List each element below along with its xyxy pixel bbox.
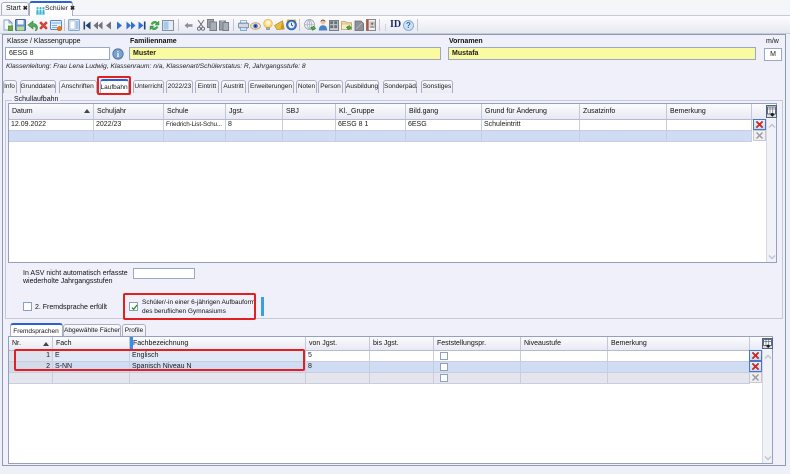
svg-text:?: ? xyxy=(406,21,411,30)
